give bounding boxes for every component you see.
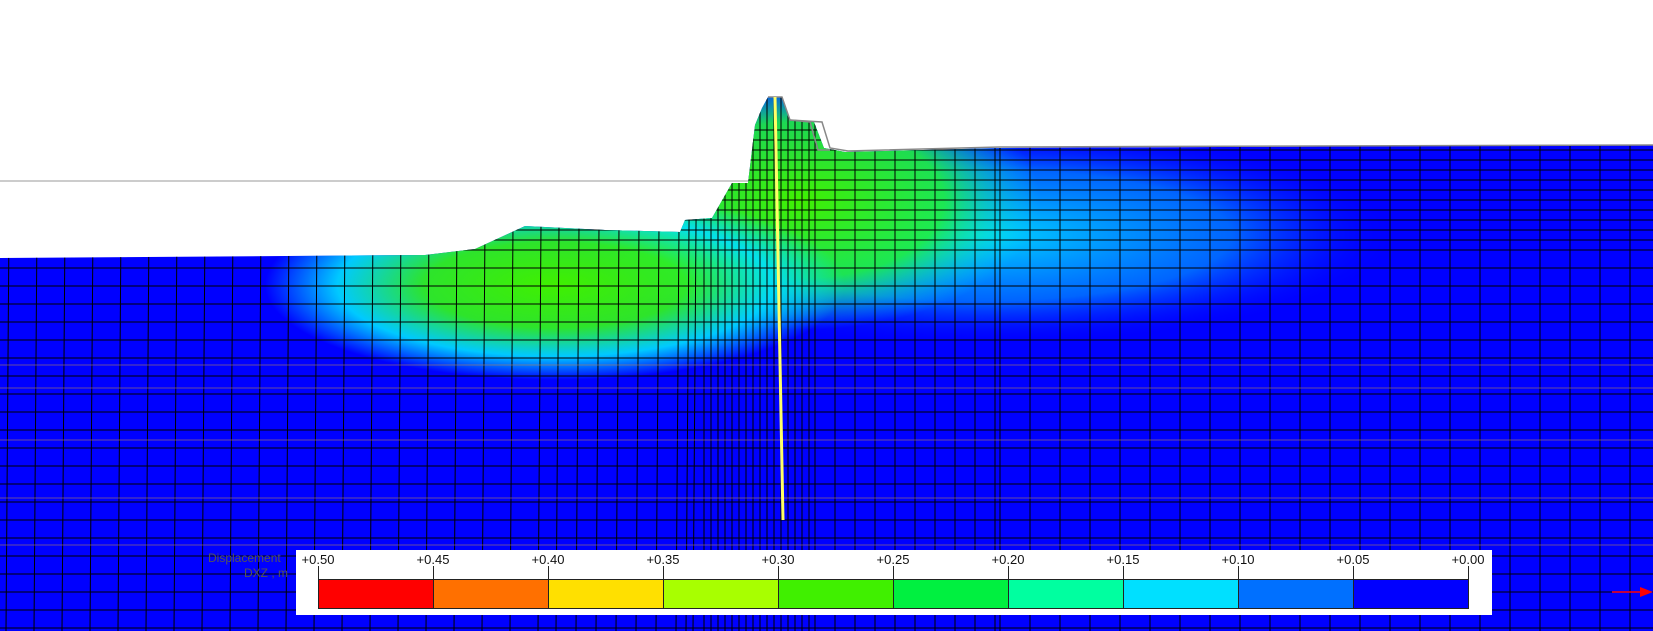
legend-tick-mark	[1238, 566, 1239, 579]
fem-contour-view[interactable]	[0, 0, 1653, 631]
soil-domain	[0, 97, 1653, 631]
legend-tick-label: +0.15	[1106, 552, 1140, 567]
legend-swatch	[1238, 579, 1354, 609]
legend-tick-label: +0.45	[416, 552, 450, 567]
legend-panel: Displacement DXZ , m +0.50 +0.45 +0.40 +0.3…	[208, 550, 1492, 615]
legend-tick-mark	[1353, 566, 1354, 579]
legend-tick-mark	[893, 566, 894, 579]
legend-tick-mark	[1468, 566, 1469, 579]
legend-tick-mark	[778, 566, 779, 579]
legend-unit: DXZ , m	[244, 566, 288, 580]
legend-tick-label: +0.35	[646, 552, 680, 567]
legend-tick-label: +0.50	[301, 552, 335, 567]
legend-swatch	[433, 579, 549, 609]
legend-tick-mark	[548, 566, 549, 579]
legend-tick-label: +0.40	[531, 552, 565, 567]
legend-tick-mark	[433, 566, 434, 579]
legend-swatch	[663, 579, 779, 609]
contour-zone-left-green	[265, 190, 845, 380]
undeformed-outline	[768, 96, 1653, 152]
legend-swatch	[548, 579, 664, 609]
legend-tick-mark	[663, 566, 664, 579]
legend-swatch	[1008, 579, 1124, 609]
legend-tick-mark	[1008, 566, 1009, 579]
legend-tick-label: +0.25	[876, 552, 910, 567]
legend-tick-label: +0.10	[1221, 552, 1255, 567]
legend-tick-label: +0.00	[1451, 552, 1485, 567]
axis-arrow-icon	[1612, 587, 1653, 597]
legend-title: Displacement	[208, 551, 281, 565]
legend-swatch	[778, 579, 894, 609]
legend-tick-mark	[318, 566, 319, 579]
legend-tick-label: +0.05	[1336, 552, 1370, 567]
legend-tick-label: +0.20	[991, 552, 1025, 567]
legend-swatch	[318, 579, 434, 609]
legend-swatch	[893, 579, 1009, 609]
legend-tick-label: +0.30	[761, 552, 795, 567]
legend-swatch	[1123, 579, 1239, 609]
legend-tick-mark	[1123, 566, 1124, 579]
legend-swatch	[1353, 579, 1469, 609]
